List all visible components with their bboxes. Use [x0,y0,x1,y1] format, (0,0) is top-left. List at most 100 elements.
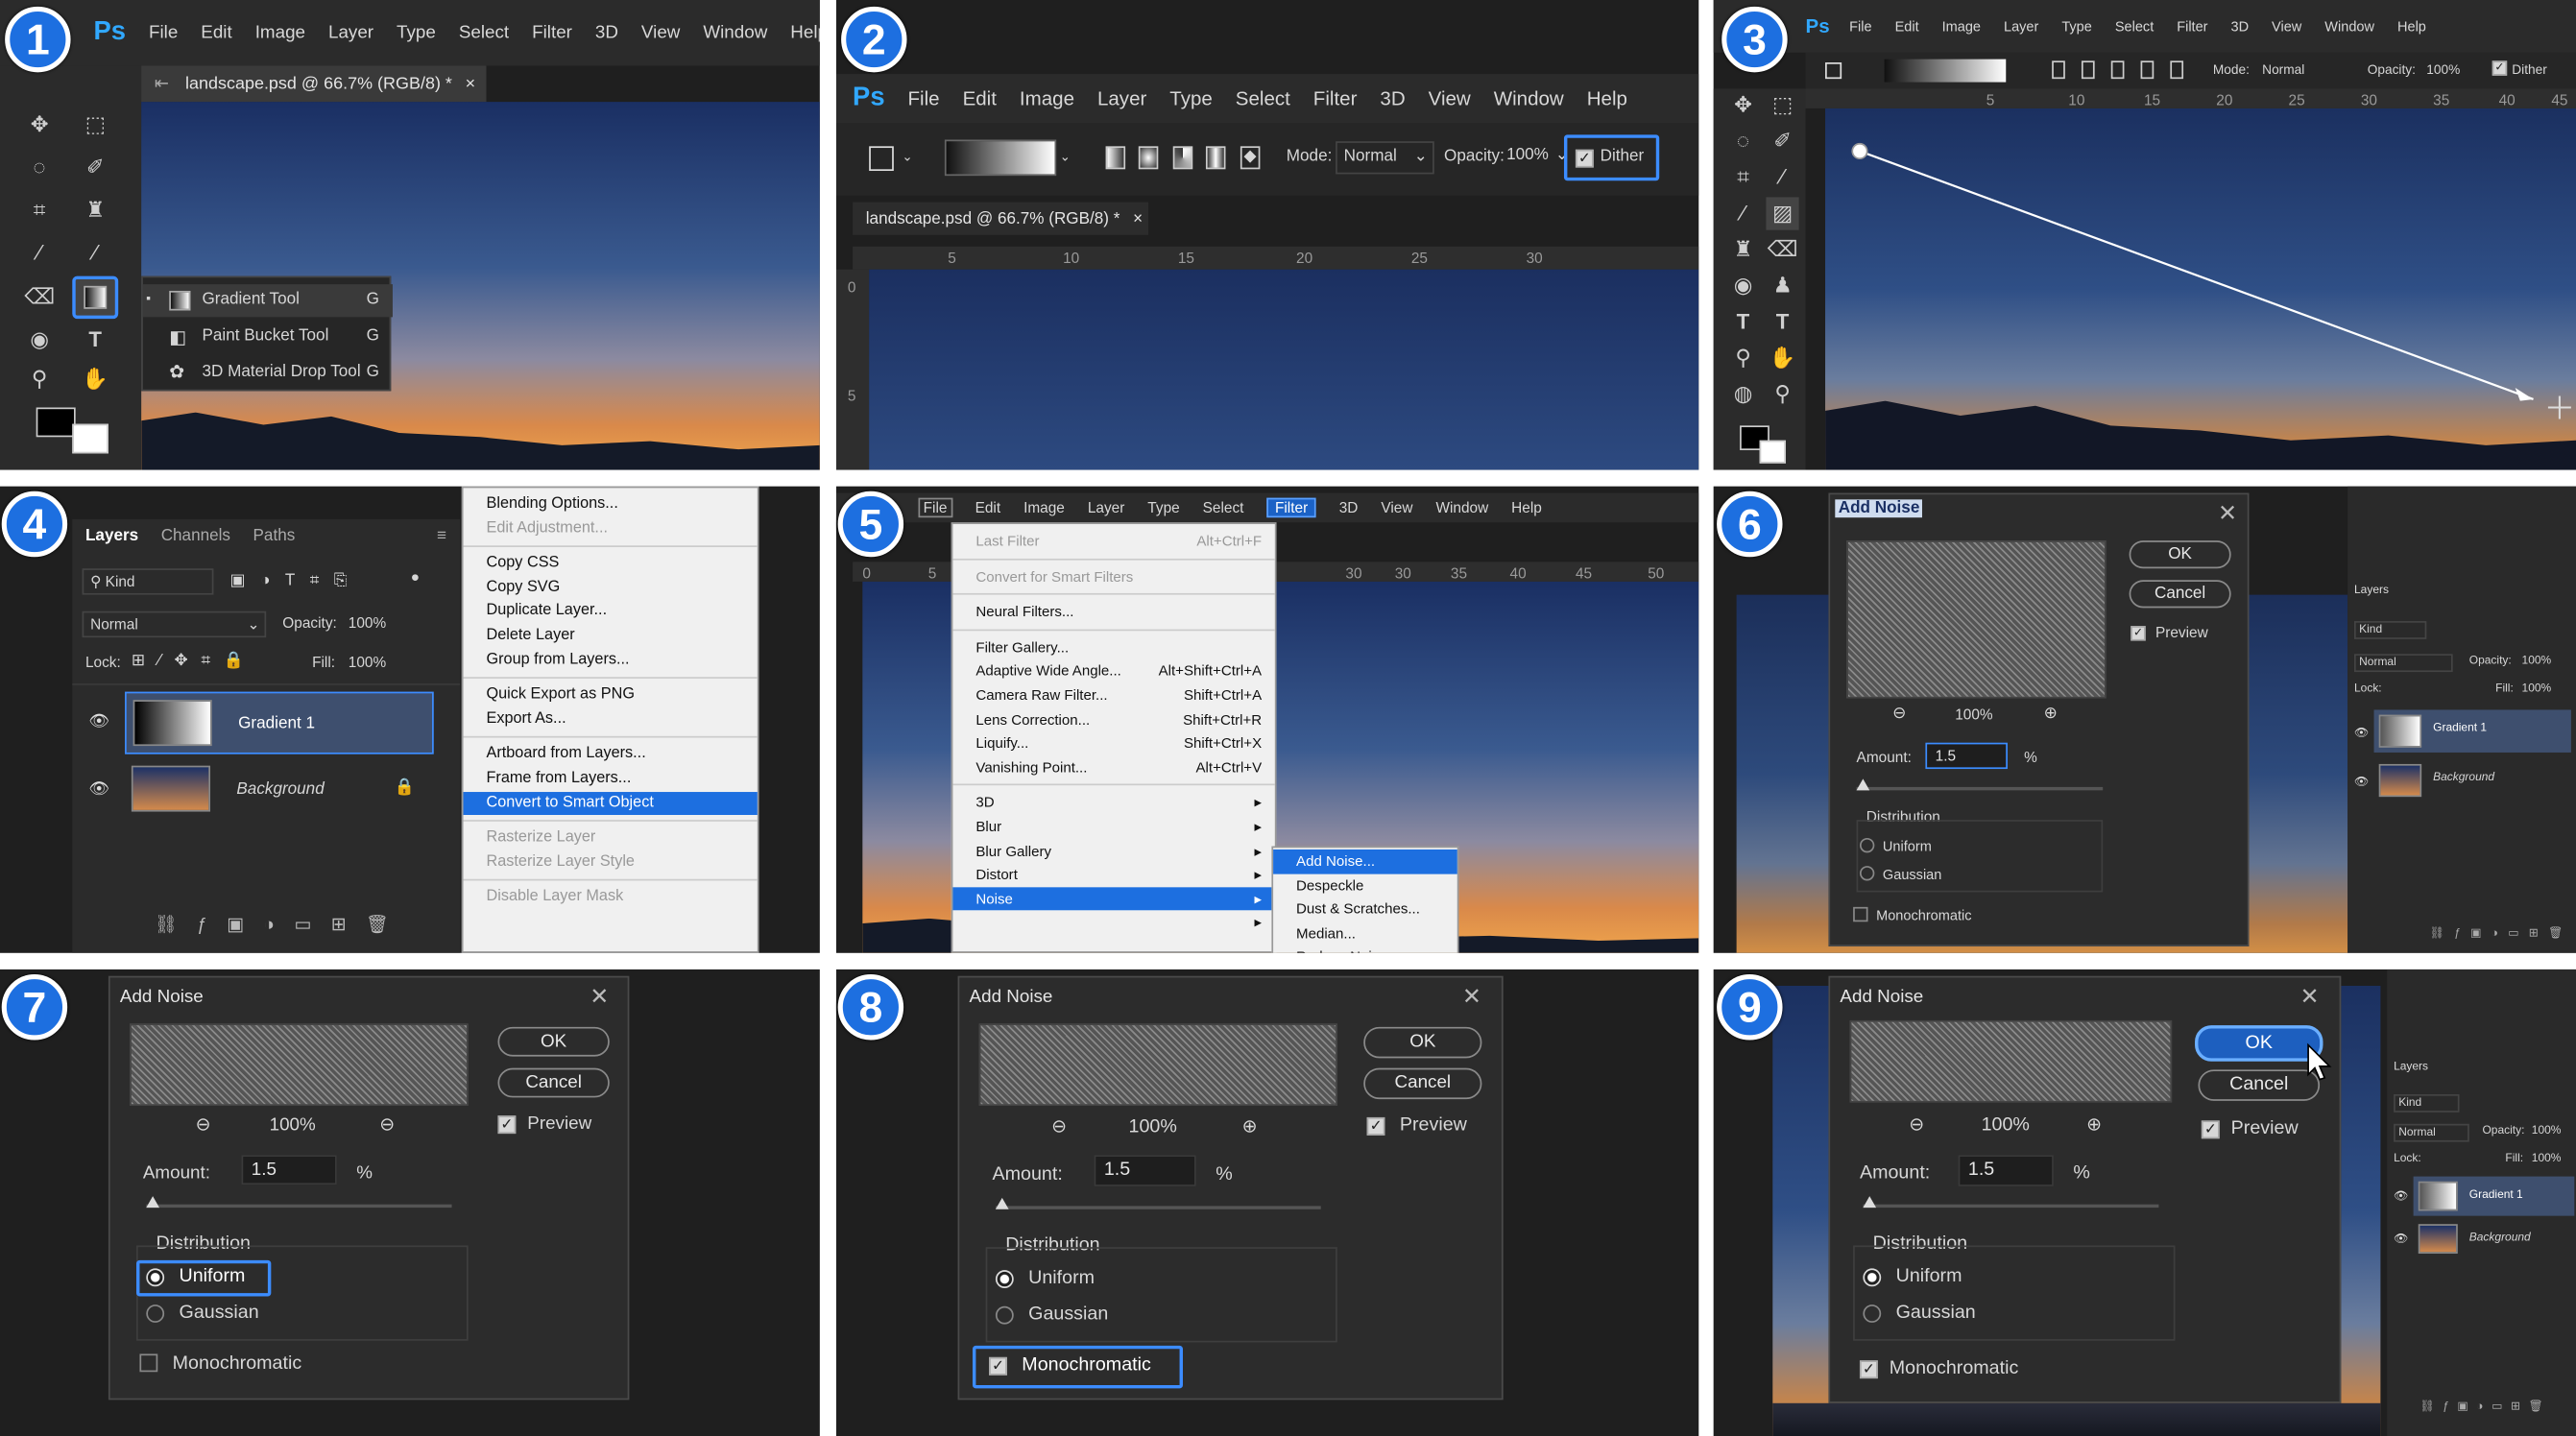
diamond-gradient-icon[interactable]: ◆ [1240,146,1261,170]
menu-3d[interactable]: 3D [1380,87,1405,110]
hand-icon[interactable]: ✋ [79,363,111,395]
menu-layer[interactable]: Layer [1097,87,1146,110]
menu-image[interactable]: Image [255,23,305,43]
cancel-button[interactable]: Cancel [1363,1067,1482,1100]
menu-file[interactable]: File [908,87,940,110]
dither-checkbox[interactable]: ✓ [1575,149,1594,168]
close-icon[interactable]: ✕ [590,983,609,1011]
menu-item[interactable]: Export As... [464,707,758,731]
ok-button[interactable]: OK [2195,1025,2323,1062]
preview-checkbox[interactable]: ✓ [2131,626,2146,641]
menu-filter[interactable]: Filter [1313,87,1358,110]
amount-slider[interactable] [146,1204,452,1209]
pen-tool-icon[interactable]: T [1726,305,1759,338]
menu-layer[interactable]: Layer [2004,18,2038,35]
zoom-icon[interactable]: ⚲ [1726,342,1759,374]
smudge-icon[interactable]: ◉ [1726,270,1759,302]
menu-window[interactable]: Window [1494,87,1564,110]
tab-close-icon[interactable]: × [466,74,476,94]
menu-item[interactable]: Copy SVG [464,576,758,600]
menu-help[interactable]: Help [1511,499,1542,515]
menu-type[interactable]: Type [1147,499,1179,515]
quick-select-icon[interactable]: ✐ [79,151,111,183]
linear-gradient-icon[interactable] [1105,146,1126,170]
menu-window[interactable]: Window [703,23,767,43]
radial-gradient-icon[interactable] [2081,60,2095,80]
menu-item[interactable]: Distort ▸ [952,863,1274,887]
menu-select[interactable]: Select [459,23,509,43]
menu-help[interactable]: Help [790,23,820,43]
eraser-icon[interactable]: ⌫ [23,281,56,314]
menu-item[interactable]: Blending Options... [464,493,758,517]
flyout-item-3d-material[interactable]: ✿ 3D Material Drop Tool G [143,356,393,389]
menu-filter[interactable]: Filter [532,23,572,43]
search-icon[interactable]: ⚲ [1766,378,1798,411]
gradient-picker[interactable] [944,139,1057,177]
menu-help[interactable]: Help [1587,87,1627,110]
tab-close-icon[interactable]: × [1133,209,1143,227]
type-tool-icon[interactable]: T [79,323,111,356]
menu-layer[interactable]: Layer [1088,499,1125,515]
menu-3d[interactable]: 3D [1339,499,1359,515]
menu-type[interactable]: Type [397,23,436,43]
gaussian-radio[interactable] [995,1305,1014,1325]
menu-filter[interactable]: Filter [2177,18,2207,35]
rotate-view-icon[interactable]: ◍ [1726,378,1759,411]
gradient-tool-icon[interactable]: ▨ [1766,197,1799,230]
linear-gradient-icon[interactable] [2052,60,2065,80]
opacity-value[interactable]: 100% [2522,656,2552,667]
ok-button[interactable]: OK [497,1026,610,1057]
cancel-button[interactable]: Cancel [497,1067,610,1098]
panel-menu-icon[interactable]: ≡ [437,527,446,545]
menu-item[interactable]: Convert to Smart Object [463,791,758,816]
slider-knob[interactable] [1856,778,1870,791]
zoom-in-icon[interactable]: ⊖ [379,1114,395,1136]
menu-file[interactable]: File [149,23,178,43]
gaussian-radio[interactable] [1859,866,1875,881]
menu-item[interactable]: Median... [1273,921,1457,945]
menu-item[interactable]: Artboard from Layers... [464,743,758,767]
eye-icon[interactable]: 👁 [2394,1233,2408,1245]
kind-filter-select[interactable]: ⚲ Kind [82,568,214,595]
menu-help[interactable]: Help [2397,18,2426,35]
tool-preset-icon[interactable] [869,146,894,172]
uniform-radio[interactable] [995,1270,1014,1288]
angle-gradient-icon[interactable] [2110,60,2125,80]
menu-type[interactable]: Type [1169,87,1213,110]
menu-item[interactable]: Group from Layers... [464,648,758,672]
noise-preview[interactable] [978,1023,1337,1106]
menu-view[interactable]: View [641,23,680,43]
close-icon[interactable]: ✕ [2218,499,2237,527]
lasso-tool-icon[interactable]: ◌ [1726,125,1759,157]
menu-item[interactable]: Camera Raw Filter... Shift+Ctrl+A [952,683,1274,707]
flyout-item-gradient[interactable]: ▪ Gradient Tool G [142,284,393,318]
crop-tool-icon[interactable]: ⌗ [23,194,56,227]
kind-filter-select[interactable]: Kind [2354,621,2427,639]
reflected-gradient-icon[interactable] [2140,60,2155,80]
preview-checkbox[interactable]: ✓ [497,1115,517,1135]
menu-select[interactable]: Select [2115,18,2154,35]
eyedropper-icon[interactable]: ⁄ [1766,161,1798,194]
filter-toggle-icon[interactable]: ● [411,568,420,585]
tab-layers[interactable]: Layers [85,527,138,545]
reflected-gradient-icon[interactable] [1205,146,1226,170]
menu-item[interactable]: 3D ▸ [952,791,1274,815]
quick-select-icon[interactable]: ✐ [1766,125,1798,157]
smudge-icon[interactable]: ◉ [23,323,56,356]
preview-checkbox[interactable]: ✓ [1366,1116,1385,1136]
stamp-icon[interactable]: ♟ [1766,270,1798,302]
blend-mode-select[interactable]: Normal [2394,1123,2469,1142]
eye-icon[interactable]: 👁 [2354,776,2369,789]
eye-icon[interactable]: 👁 [88,780,109,799]
menu-3d[interactable]: 3D [2230,18,2249,35]
ok-button[interactable]: OK [1363,1026,1482,1059]
document-tab[interactable]: landscape.psd @ 66.7% (RGB/8) * × [853,202,1149,235]
dither-checkbox[interactable]: ✓ [2492,60,2508,76]
close-icon[interactable]: ✕ [1462,983,1481,1011]
menu-item[interactable]: Copy CSS [464,552,758,576]
lock-icons[interactable]: ⊞⁄✥⌗🔒 [132,653,257,671]
menu-item[interactable]: Filter Gallery... [952,635,1274,659]
chevron-down-icon[interactable]: ⌄ [1060,150,1071,164]
tab-channels[interactable]: Channels [161,527,230,545]
eye-icon[interactable]: 👁 [2354,727,2369,739]
